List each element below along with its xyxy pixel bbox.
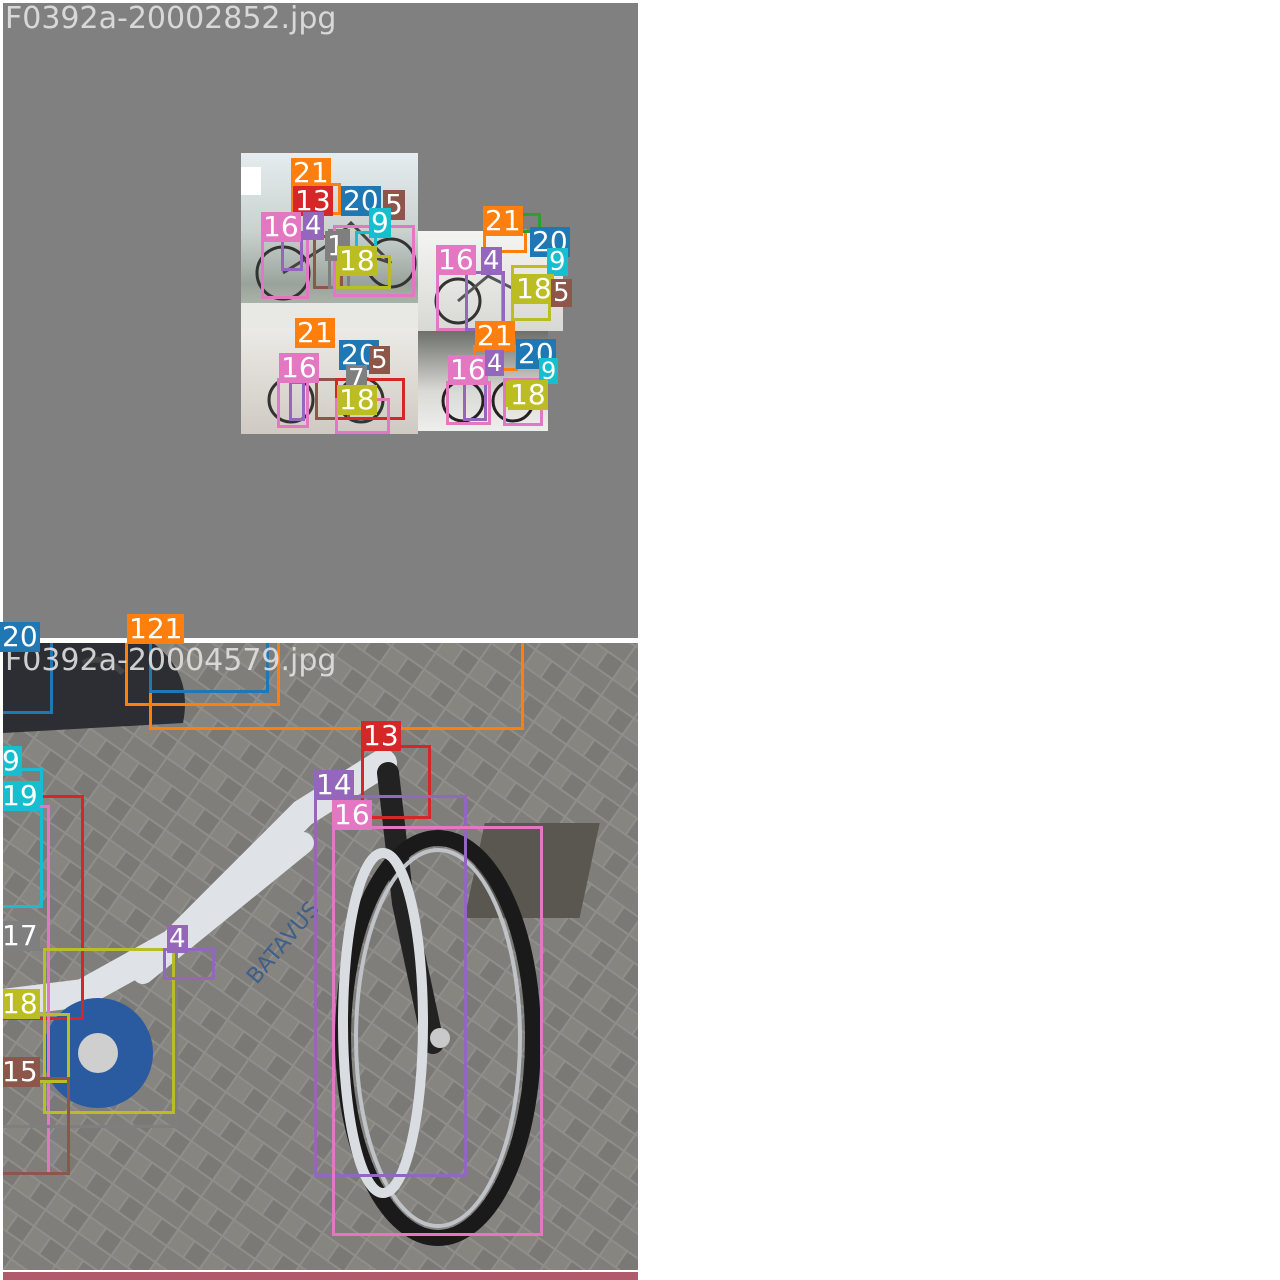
label-18: 18 — [337, 383, 377, 416]
label-21: 21 — [483, 204, 523, 237]
label-9: 9 — [3, 746, 22, 776]
mosaic-panel-top: F0392a-20002852.jpg 21 13 20 5 9 16 4 1 … — [3, 3, 638, 638]
label-4: 4 — [167, 924, 188, 954]
label-21: 21 — [295, 316, 335, 349]
detection-box — [463, 381, 487, 421]
label-21: 21 — [475, 319, 515, 352]
label-13: 13 — [361, 719, 401, 752]
label-16: 16 — [279, 351, 319, 384]
label-121: 121 — [127, 612, 185, 645]
label-4: 4 — [485, 349, 505, 377]
label-20: 20 — [0, 620, 40, 653]
label-5: 5 — [551, 278, 572, 308]
label-15: 15 — [3, 1057, 40, 1087]
label-9: 9 — [369, 206, 391, 239]
next-tile-edge — [3, 1272, 638, 1280]
mosaic-panel-bottom: BATAVUS F0392a-20004579.jpg 13 14 16 9 1… — [3, 643, 638, 1270]
label-4: 4 — [303, 211, 324, 241]
label-16: 16 — [448, 353, 488, 386]
label-18: 18 — [3, 989, 40, 1019]
label-5: 5 — [369, 345, 390, 375]
label-18: 18 — [514, 272, 554, 305]
filename-label: F0392a-20004579.jpg — [5, 643, 337, 678]
label-14: 14 — [314, 768, 354, 801]
label-18: 18 — [508, 378, 548, 411]
label-17: 17 — [3, 921, 40, 951]
label-18: 18 — [337, 244, 377, 277]
detection-box — [3, 1077, 70, 1175]
label-4: 4 — [481, 246, 502, 276]
label-16: 16 — [261, 210, 301, 243]
label-19: 19 — [3, 781, 40, 811]
label-16: 16 — [436, 243, 476, 276]
detection-box — [332, 826, 543, 1236]
label-16: 16 — [332, 798, 372, 831]
detection-box — [289, 381, 305, 421]
filename-label: F0392a-20002852.jpg — [5, 3, 337, 36]
